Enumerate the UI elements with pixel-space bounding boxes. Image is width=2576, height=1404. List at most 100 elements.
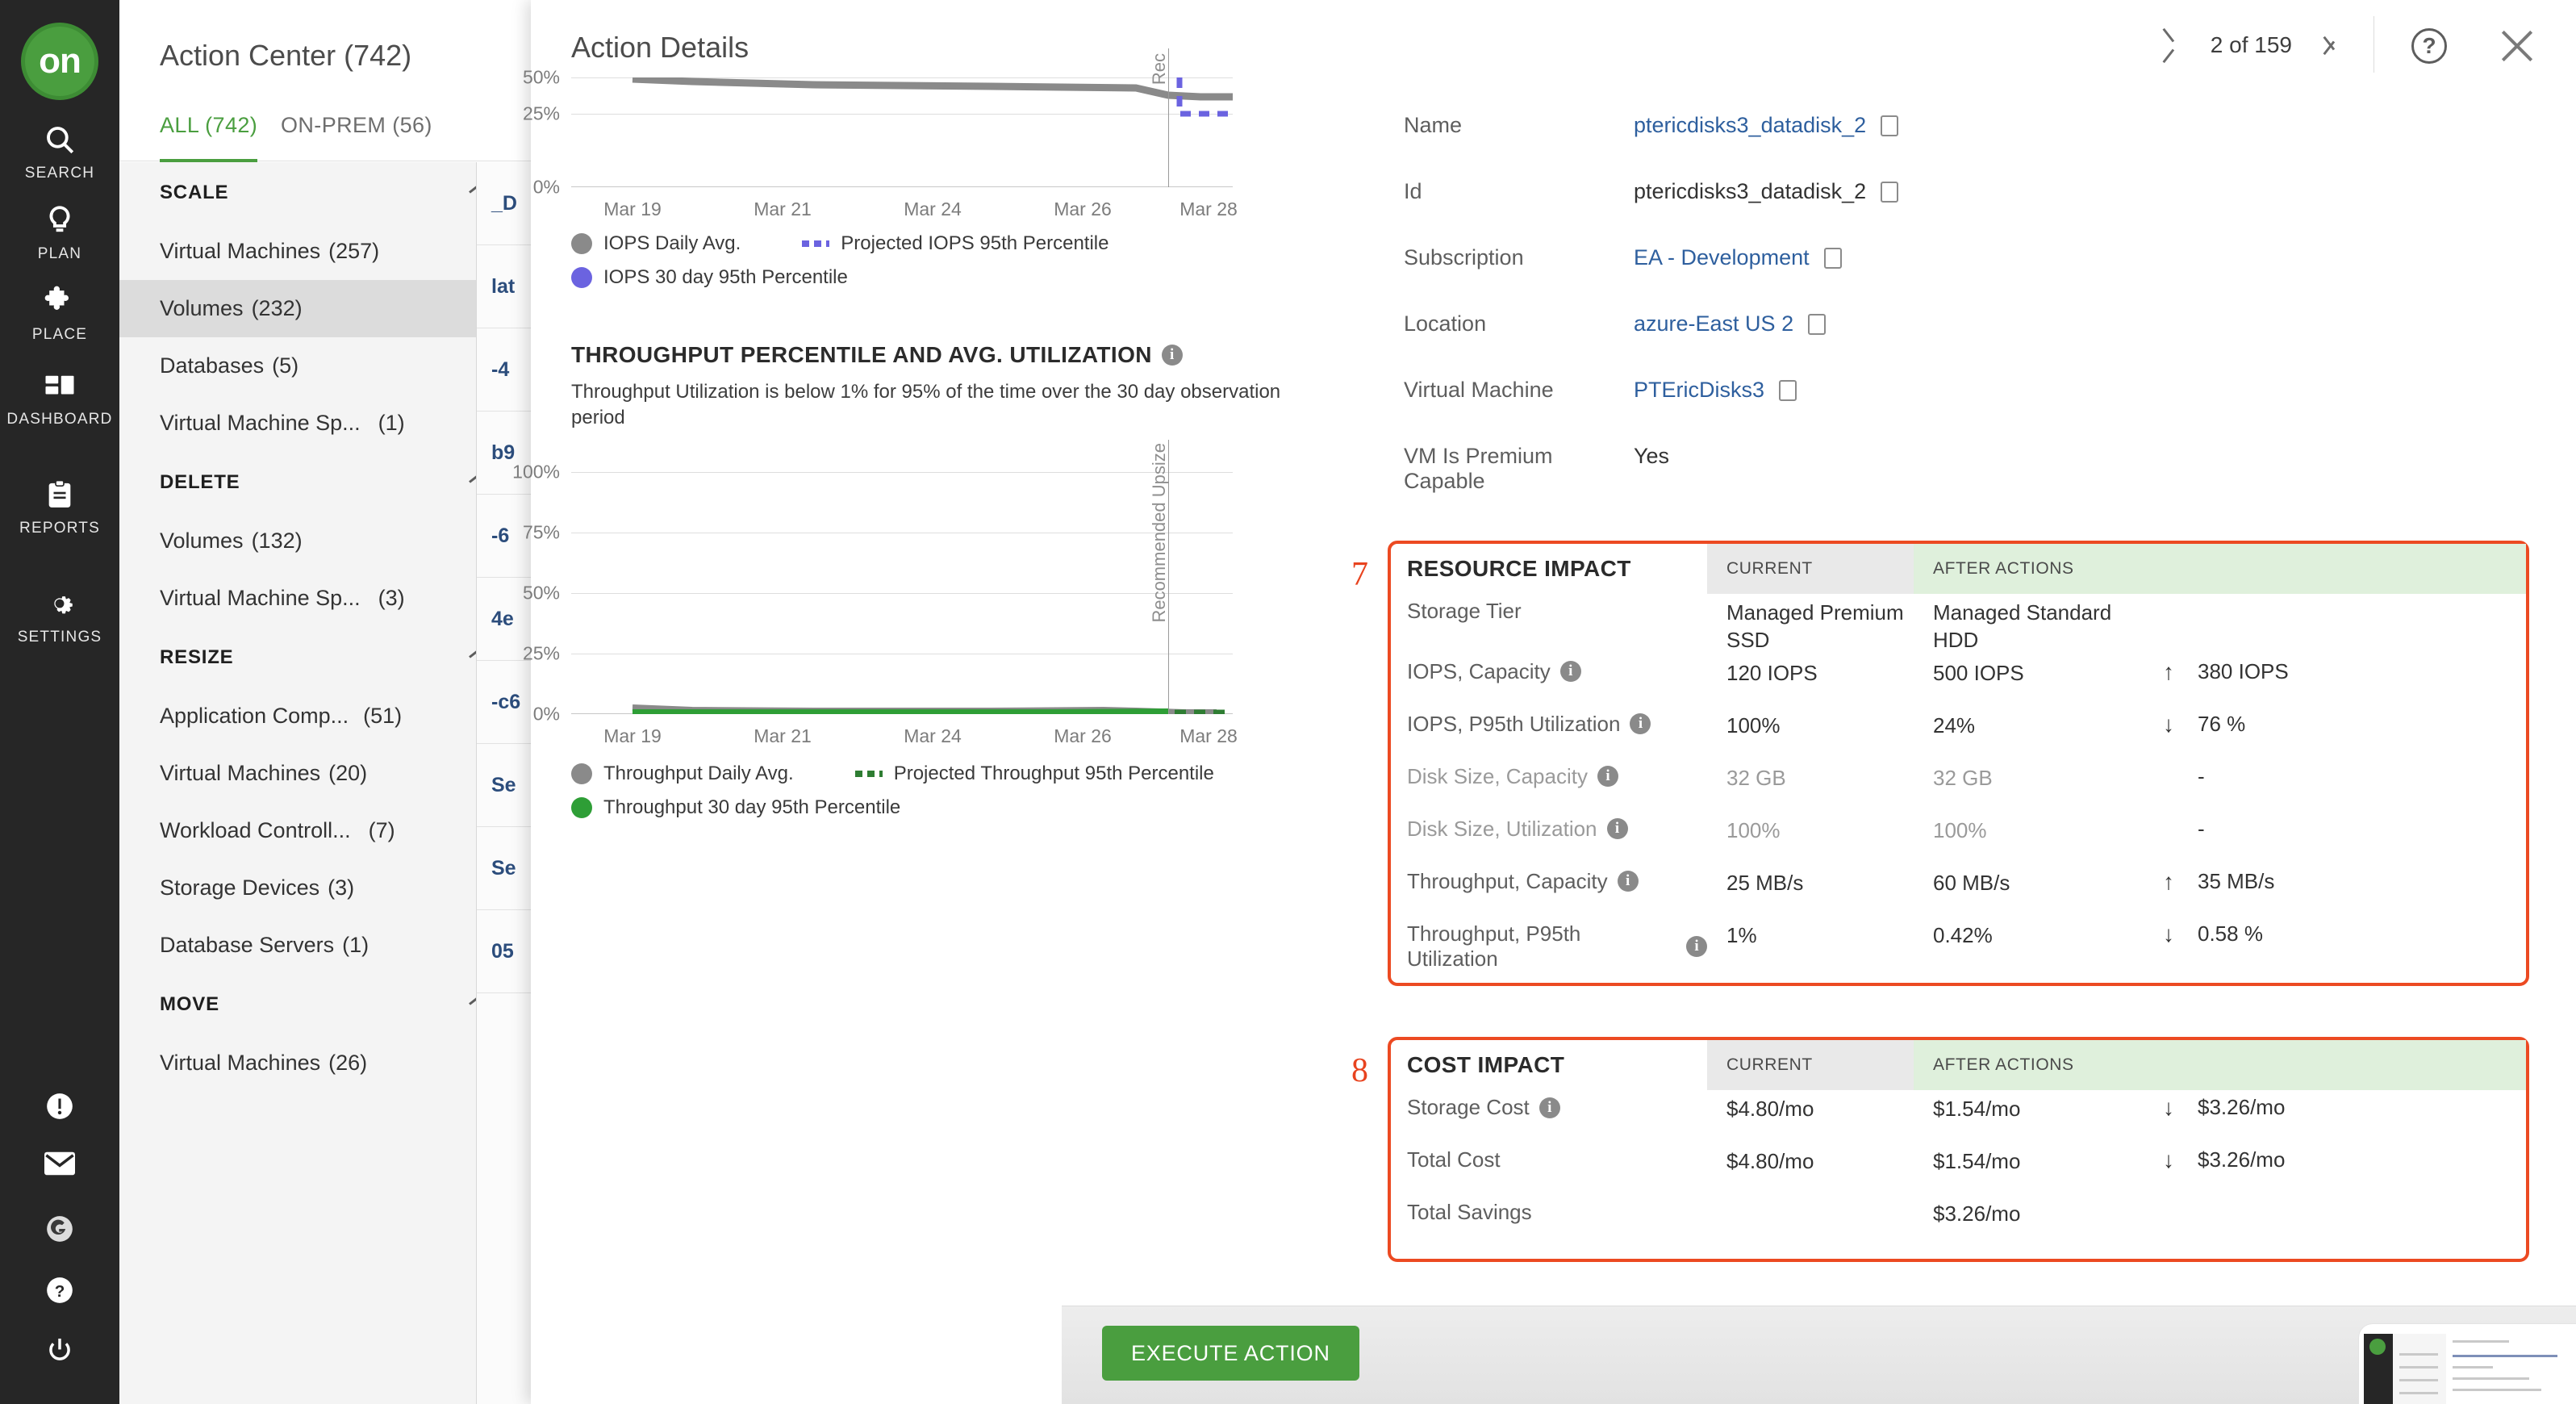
list-item[interactable]: Volumes (232) bbox=[119, 280, 532, 337]
legend-dash-icon bbox=[854, 770, 883, 777]
list-item[interactable]: Volumes (132) bbox=[119, 512, 532, 570]
resource-impact-box: RESOURCE IMPACT CURRENT AFTER ACTIONS St… bbox=[1388, 541, 2529, 986]
help-icon[interactable]: ? bbox=[2411, 28, 2447, 64]
list-item[interactable]: Virtual Machines (26) bbox=[119, 1034, 532, 1092]
item-count: (257) bbox=[328, 239, 380, 263]
info-icon[interactable]: i bbox=[1630, 713, 1651, 735]
cost-impact-title: COST IMPACT bbox=[1407, 1052, 1565, 1077]
row-arrow: ↓ bbox=[2163, 1147, 2174, 1172]
alert-circle-icon bbox=[44, 1091, 75, 1126]
detail-link[interactable]: EA - Development bbox=[1634, 245, 1810, 270]
action-center-list[interactable]: SCALE Virtual Machines (257) Volumes (23… bbox=[119, 162, 532, 1404]
list-item[interactable]: Virtual Machines (20) bbox=[119, 745, 532, 802]
list-item[interactable]: Workload Controll... (7) bbox=[119, 802, 532, 859]
close-icon[interactable] bbox=[2499, 27, 2536, 65]
rail-g-button[interactable] bbox=[0, 1214, 119, 1248]
group-header-resize[interactable]: RESIZE bbox=[119, 627, 532, 687]
cost-impact-header: COST IMPACT CURRENT AFTER ACTIONS bbox=[1391, 1040, 2526, 1090]
info-icon[interactable]: i bbox=[1539, 1097, 1560, 1118]
row-after: 0.42% bbox=[1933, 922, 1993, 947]
legend-dot-icon bbox=[571, 233, 592, 254]
info-icon[interactable]: i bbox=[1617, 871, 1639, 892]
info-icon[interactable]: i bbox=[1161, 345, 1183, 366]
execute-action-button[interactable]: EXECUTE ACTION bbox=[1102, 1326, 1359, 1381]
item-label: Virtual Machine Sp... bbox=[160, 411, 361, 435]
rail-item-settings[interactable]: SETTINGS bbox=[0, 585, 119, 646]
row-current: 100% bbox=[1726, 817, 1781, 842]
throughput-x-axis: Mar 19 Mar 21 Mar 24 Mar 26 Mar 28 bbox=[603, 725, 1238, 746]
rail-power-button[interactable] bbox=[0, 1335, 119, 1370]
item-label: Volumes bbox=[160, 296, 244, 320]
row-arrow: ↑ bbox=[2163, 868, 2174, 894]
iops-chart: 50% 25% 0% Rec Mar 19 Mar 21 Mar 24 Mar … bbox=[523, 48, 1346, 289]
preview-thumbnail[interactable] bbox=[2358, 1323, 2576, 1404]
legend-label: Throughput 30 day 95th Percentile bbox=[603, 796, 901, 818]
list-item[interactable]: Virtual Machine Sp... (1) bbox=[119, 395, 532, 452]
chevron-left-icon[interactable] bbox=[2170, 31, 2188, 60]
copy-icon[interactable] bbox=[1804, 311, 1827, 335]
item-count: (5) bbox=[272, 353, 299, 378]
detail-value: PTEricDisks3 bbox=[1634, 377, 1797, 403]
row-after: 100% bbox=[1933, 817, 1987, 842]
chevron-right-icon[interactable] bbox=[2315, 31, 2332, 60]
row-after: $1.54/mo bbox=[1933, 1097, 2021, 1121]
list-item[interactable]: Storage Devices (3) bbox=[119, 859, 532, 917]
copy-icon[interactable] bbox=[1775, 377, 1797, 401]
item-label: Virtual Machines bbox=[160, 239, 321, 263]
row-current: $4.80/mo bbox=[1726, 1149, 1814, 1173]
rail-alert-button[interactable] bbox=[0, 1091, 119, 1126]
info-icon[interactable]: i bbox=[1559, 661, 1581, 683]
info-icon[interactable]: i bbox=[1606, 818, 1628, 840]
list-item[interactable]: Virtual Machines (257) bbox=[119, 223, 532, 280]
list-item[interactable]: Databases (5) bbox=[119, 337, 532, 395]
row-current: 25 MB/s bbox=[1726, 870, 1804, 895]
list-item[interactable]: Database Servers (1) bbox=[119, 917, 532, 974]
detail-text: ptericdisks3_datadisk_2 bbox=[1634, 179, 1867, 203]
copy-icon[interactable] bbox=[1877, 178, 1899, 203]
rail-item-place[interactable]: PLACE bbox=[0, 282, 119, 344]
detail-text: Yes bbox=[1634, 444, 1670, 468]
app-logo[interactable]: on bbox=[21, 23, 98, 100]
tab-on-prem[interactable]: ON-PREM (56) bbox=[281, 113, 432, 159]
info-icon[interactable]: i bbox=[1597, 766, 1618, 788]
tab-all[interactable]: ALL (742) bbox=[160, 113, 258, 163]
row-delta: - bbox=[2198, 816, 2205, 841]
rail-item-search[interactable]: SEARCH bbox=[0, 121, 119, 182]
rail-label: REPORTS bbox=[19, 520, 100, 537]
legend-label: IOPS 30 day 95th Percentile bbox=[603, 266, 848, 288]
detail-link[interactable]: ptericdisks3_datadisk_2 bbox=[1634, 113, 1866, 138]
item-count: (132) bbox=[251, 529, 303, 553]
rail-item-dashboard[interactable]: DASHBOARD bbox=[0, 367, 119, 428]
detail-link[interactable]: PTEricDisks3 bbox=[1634, 378, 1764, 403]
info-icon[interactable]: i bbox=[1686, 935, 1707, 957]
legend-dash-icon bbox=[802, 240, 830, 247]
list-item[interactable]: Application Comp... (51) bbox=[119, 687, 532, 745]
rail-item-plan[interactable]: PLAN bbox=[0, 202, 119, 263]
item-label: Storage Devices bbox=[160, 875, 320, 900]
detail-link[interactable]: azure-East US 2 bbox=[1634, 311, 1793, 336]
group-header-delete[interactable]: DELETE bbox=[119, 452, 532, 512]
copy-icon[interactable] bbox=[1877, 112, 1899, 136]
row-label: Total Cost bbox=[1407, 1147, 1501, 1172]
rail-help-button[interactable]: ? bbox=[0, 1275, 119, 1310]
group-header-scale[interactable]: SCALE bbox=[119, 162, 532, 223]
row-current: 1% bbox=[1726, 922, 1757, 947]
group-header-move[interactable]: MOVE bbox=[119, 974, 532, 1034]
legend-dot-icon bbox=[571, 763, 592, 784]
row-delta: $3.26/mo bbox=[2198, 1147, 2286, 1172]
legend-label: Projected Throughput 95th Percentile bbox=[893, 762, 1214, 784]
row-delta: 35 MB/s bbox=[2198, 868, 2275, 893]
row-arrow: ↑ bbox=[2163, 658, 2174, 684]
copy-icon[interactable] bbox=[1819, 244, 1842, 269]
rail-mail-button[interactable] bbox=[0, 1151, 119, 1180]
throughput-chart: THROUGHPUT PERCENTILE AND AVG. UTILIZATI… bbox=[512, 342, 1346, 819]
row-after: $1.54/mo bbox=[1933, 1149, 2021, 1173]
item-label: Virtual Machines bbox=[160, 1051, 321, 1075]
row-label: Throughput, P95th Utilization bbox=[1407, 921, 1581, 971]
item-label: Virtual Machines bbox=[160, 761, 321, 785]
detail-value: azure-East US 2 bbox=[1634, 311, 1827, 336]
rail-item-reports[interactable]: REPORTS bbox=[0, 476, 119, 537]
list-item[interactable]: Virtual Machine Sp... (3) bbox=[119, 570, 532, 627]
resource-impact-title: RESOURCE IMPACT bbox=[1407, 556, 1631, 581]
detail-row: Id ptericdisks3_datadisk_2 bbox=[1404, 178, 2211, 245]
